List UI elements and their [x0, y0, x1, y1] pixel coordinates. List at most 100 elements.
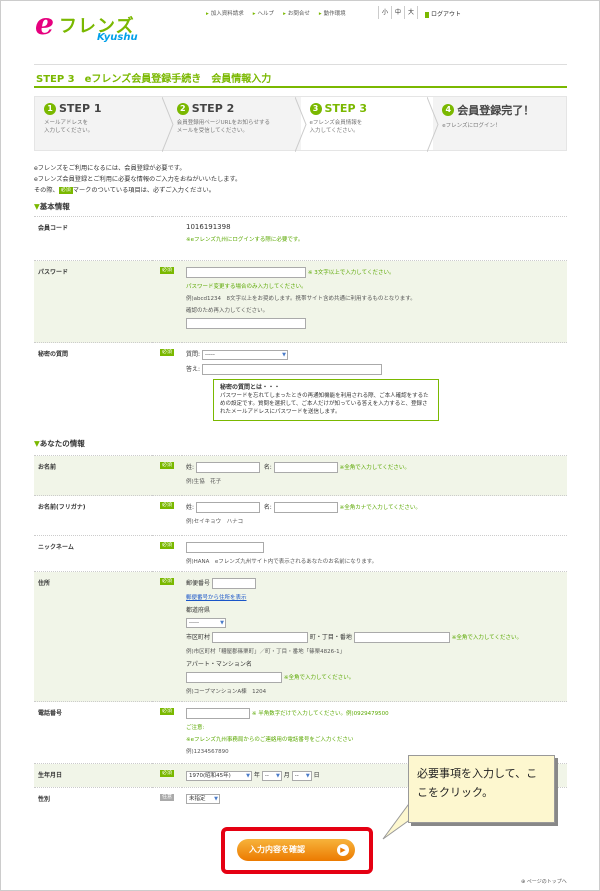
kana-mei-label: 名: — [263, 504, 272, 511]
page: e フレンズ Kyushu 加入資料請求 ヘルプ お問合せ 動作環境 小 中 大… — [0, 0, 600, 891]
label-password: パスワード — [34, 260, 152, 343]
name-sei-input[interactable] — [195, 462, 260, 473]
font-size-small[interactable]: 小 — [379, 6, 392, 19]
zip-lookup-link[interactable]: 郵便番号から住所を表示 — [186, 595, 247, 601]
font-size-large[interactable]: 大 — [405, 6, 418, 19]
section-basic-heading: ▼基本情報 — [34, 202, 70, 211]
step-number: 3 — [309, 102, 322, 115]
intro-line: その際、 必須 マークのついている項目は、必ずご入力ください。 — [34, 185, 241, 196]
step-number: 2 — [176, 102, 189, 115]
password-example: 例)abcd1234 8文字以上をお奨めします。携帯サイト含め共通に利用するもの… — [186, 296, 416, 302]
phone-input[interactable] — [186, 708, 250, 719]
secret-a-label: 答え: — [186, 365, 201, 373]
step-title: STEP 2 — [191, 102, 235, 115]
step-title: STEP 1 — [59, 102, 102, 115]
logo-sub: Kyushu — [97, 32, 138, 43]
town-label: 町・丁目・番地 — [309, 634, 352, 641]
logout-icon — [425, 11, 429, 18]
apt-note: ※全角で入力してください。 — [283, 675, 355, 681]
zip-label: 郵便番号 — [186, 580, 211, 587]
apt-input[interactable] — [186, 672, 282, 683]
phone-caution-detail: ※eフレンズ九州事務局からのご連絡用の電話番号をご入力ください — [186, 737, 354, 743]
optional-badge: 任意 — [159, 793, 174, 801]
step-title-bar: STEP 3 eフレンズ会員登録手続き 会員情報入力 — [34, 64, 567, 88]
apt-example: 例)コープマンションA棟 1204 — [186, 689, 267, 695]
required-badge: 必須 — [159, 267, 174, 274]
name-mei-input[interactable] — [273, 462, 338, 473]
city-label: 市区町村 — [186, 634, 211, 641]
efriends-logo[interactable]: e フレンズ Kyushu — [35, 7, 155, 47]
password-confirm-input[interactable] — [186, 318, 306, 329]
city-input[interactable] — [211, 632, 308, 643]
intro-line-a: その際、 — [34, 187, 59, 194]
birth-day-select[interactable]: -- — [291, 770, 312, 781]
prefecture-select[interactable]: ----- — [186, 618, 226, 628]
kana-sei-input[interactable] — [195, 502, 260, 513]
birth-day-unit: 日 — [313, 772, 320, 779]
step-4: 4 会員登録完了！ eフレンズにログイン！ — [433, 97, 566, 150]
kana-sei-label: 姓: — [186, 504, 195, 511]
intro-line-b: マークのついている項目は、必ずご入力ください。 — [72, 187, 215, 194]
step-desc: 会員登録用ページURLをお知らせする — [176, 120, 270, 126]
step-2: 2 STEP 2 会員登録用ページURLをお知らせする メールを受信してください。 — [168, 97, 307, 152]
secret-answer-input[interactable] — [201, 363, 382, 375]
logout-link[interactable]: ログアウト — [425, 9, 461, 18]
phone-note: ※ 半角数字だけで入力してください。例)0929479500 — [251, 711, 389, 717]
town-input[interactable] — [353, 632, 450, 643]
gender-select[interactable]: 未指定 — [186, 793, 220, 804]
required-badge: 必須 — [159, 542, 174, 549]
row-address: 住所 必須 郵便番号 郵便番号から住所を表示 都道府県 ----- 市区町村 町… — [34, 571, 567, 702]
chevron-right-icon — [294, 97, 307, 152]
required-badge: 必須 — [159, 349, 174, 356]
birth-year-select[interactable]: 1970(昭和45年) — [186, 770, 252, 781]
page-top-link[interactable]: ⊕ ページのトップへ — [521, 878, 567, 885]
step-title: 会員登録完了！ — [457, 104, 535, 117]
name-mei-label: 名: — [263, 464, 272, 471]
pref-label: 都道府県 — [186, 607, 211, 614]
row-kana: お名前(フリガナ) 必須 姓: 名: ※全角カナで入力してください。 例)セイキ… — [34, 495, 567, 536]
kana-example: 例)セイキョウ ハナコ — [186, 519, 244, 525]
zip-input[interactable] — [211, 578, 256, 589]
nickname-example: 例)HANA eフレンズ九州サイト内で表示されるあなたのお名前になります。 — [186, 559, 378, 565]
intro-line: eフレンズをご利用になるには、会員登録が必要です。 — [34, 165, 186, 172]
row-member-code: 会員コード 1016191398 ※eフレンズ九州にログインする際に必要です。 — [34, 216, 567, 261]
row-nickname: ニックネーム 必須 例)HANA eフレンズ九州サイト内で表示されるあなたのお名… — [34, 535, 567, 572]
nickname-input[interactable] — [186, 542, 264, 553]
label-name: お名前 — [34, 455, 152, 496]
basic-info-table: 会員コード 1016191398 ※eフレンズ九州にログインする際に必要です。 … — [34, 216, 567, 428]
row-password: パスワード 必須 ※ 3文字以上で入力してください。 パスワード変更する場合のみ… — [34, 260, 567, 343]
required-badge: 必須 — [159, 502, 174, 509]
secret-hint-box: 秘密の質問とは・・・ パスワードを忘れてしまったときの再通知機能を利用される際、… — [213, 378, 439, 421]
required-badge: 必須 — [159, 578, 174, 585]
required-badge: 必須 — [159, 770, 174, 777]
font-size-switcher: 小 中 大 — [378, 6, 418, 19]
instruction-callout: 必要事項を入力して、ここをクリック。 — [408, 755, 555, 823]
confirm-button-label: 入力内容を確認 — [249, 845, 305, 854]
nav-contact[interactable]: お問合せ — [283, 9, 310, 21]
step-number: 4 — [442, 104, 455, 116]
phone-caution: ご注意: — [186, 725, 205, 731]
section-you-heading: ▼あなたの情報 — [34, 439, 85, 448]
name-note: ※全角で入力してください。 — [339, 465, 410, 471]
step-desc: 入力してください。 — [44, 128, 94, 134]
confirm-highlight: 入力内容を確認 ▶ — [221, 827, 373, 874]
city-example: 例)市区町村「糟屋郡篠栗町」／町・丁目・番地「篠栗4826-1」 — [186, 649, 346, 655]
member-code-value: 1016191398 — [186, 223, 231, 231]
font-size-medium[interactable]: 中 — [392, 6, 405, 19]
password-confirm-label: 確認のため再入力してください。 — [186, 308, 269, 314]
step-desc: eフレンズにログイン！ — [442, 123, 501, 129]
kana-mei-input[interactable] — [273, 502, 338, 513]
birth-month-select[interactable]: -- — [261, 770, 282, 781]
password-input[interactable] — [186, 267, 306, 278]
nav-env[interactable]: 動作環境 — [319, 9, 346, 21]
logo-e: e — [35, 7, 55, 42]
label-phone: 電話番号 — [34, 701, 152, 764]
confirm-button[interactable]: 入力内容を確認 ▶ — [237, 839, 355, 861]
nav-help[interactable]: ヘルプ — [253, 9, 275, 21]
nav-request[interactable]: 加入資料請求 — [206, 9, 244, 21]
label-gender: 性別 — [34, 786, 152, 810]
birth-year-unit: 年 — [253, 772, 260, 779]
secret-question-select[interactable]: ----- — [201, 349, 288, 360]
page-title: STEP 3 eフレンズ会員登録手続き 会員情報入力 — [36, 74, 272, 85]
name-sei-label: 姓: — [186, 464, 195, 471]
